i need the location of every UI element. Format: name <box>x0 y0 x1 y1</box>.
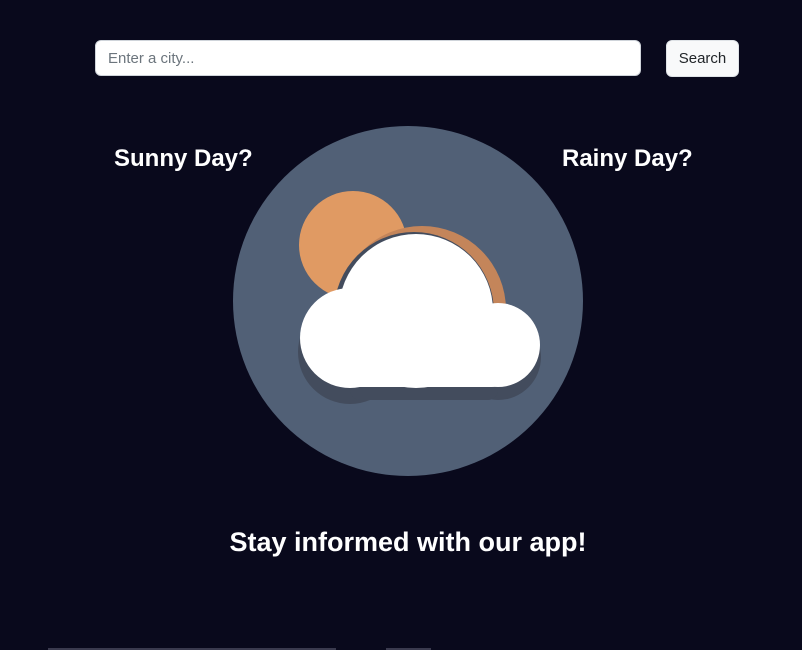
tagline: Stay informed with our app! <box>229 527 587 557</box>
search-button[interactable]: Search <box>666 40 739 77</box>
sunny-day-label: Sunny Day? <box>114 145 253 172</box>
city-search-input[interactable] <box>95 40 641 76</box>
weather-illustration <box>233 126 583 476</box>
